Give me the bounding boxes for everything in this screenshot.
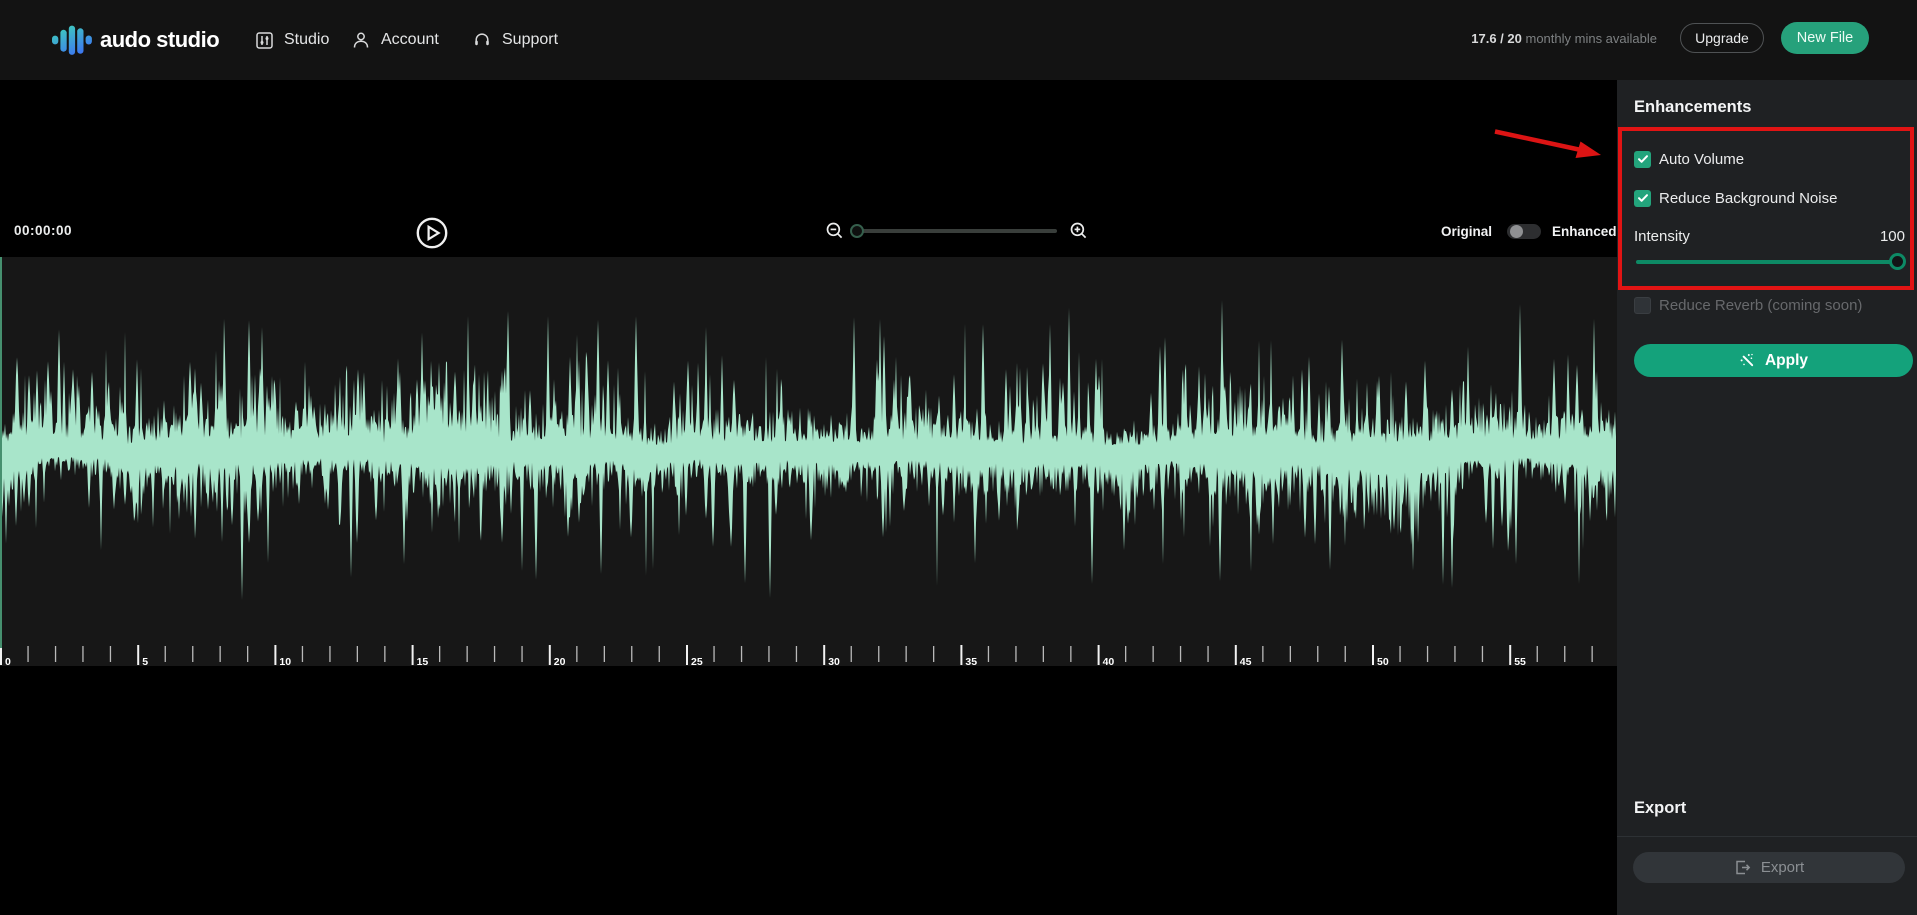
svg-text:45: 45 — [1240, 656, 1252, 666]
svg-text:20: 20 — [554, 656, 566, 666]
svg-text:5: 5 — [142, 656, 148, 666]
svg-text:40: 40 — [1103, 656, 1115, 666]
svg-text:55: 55 — [1514, 656, 1526, 666]
svg-text:35: 35 — [965, 656, 977, 666]
svg-text:15: 15 — [417, 656, 429, 666]
svg-text:50: 50 — [1377, 656, 1389, 666]
svg-text:10: 10 — [279, 656, 291, 666]
svg-text:0: 0 — [5, 656, 11, 666]
svg-text:30: 30 — [828, 656, 840, 666]
svg-text:25: 25 — [691, 656, 703, 666]
